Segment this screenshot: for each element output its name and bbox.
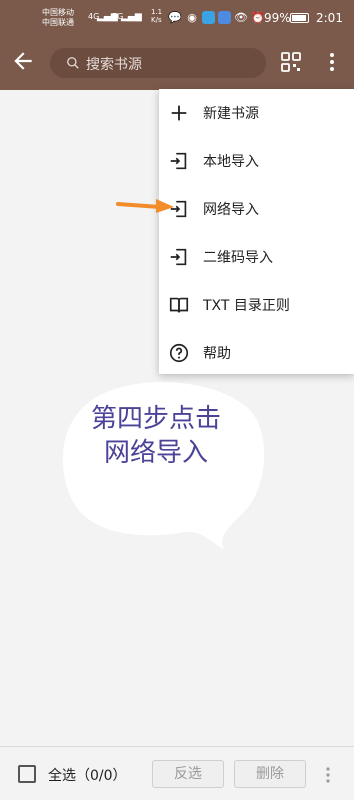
- battery-percent: 99%: [264, 11, 291, 25]
- orange-arrow-annotation: [116, 199, 174, 213]
- app-badge-icon-2: [218, 10, 231, 24]
- search-icon: [67, 57, 79, 69]
- toolbar: 搜索书源: [0, 36, 354, 90]
- book-icon: [169, 297, 189, 313]
- more-vert-icon[interactable]: [322, 765, 334, 785]
- select-all-label[interactable]: 全选（0/0）: [48, 765, 127, 785]
- back-arrow-icon[interactable]: [10, 48, 36, 74]
- app-header: 中国移动 中国联通 4G ▂▄▆ 5G ▂▄▆ 1.1 K/s 💬 ◉ 👁 ⏰ …: [0, 0, 354, 90]
- menu-label: 网络导入: [203, 202, 259, 218]
- net-speed: 1.1 K/s: [151, 8, 163, 24]
- import-icon: [170, 152, 187, 170]
- bottom-action-bar: 全选（0/0） 反选 删除: [0, 746, 354, 800]
- plus-icon: [171, 105, 187, 121]
- menu-label: 二维码导入: [203, 250, 273, 266]
- status-icons: 💬 ◉ 👁 ⏰: [168, 10, 265, 24]
- menu-item-network-import[interactable]: 网络导入: [159, 185, 354, 233]
- carrier-2: 中国联通: [42, 18, 74, 27]
- menu-label: TXT 目录正则: [203, 298, 290, 314]
- menu-item-local-import[interactable]: 本地导入: [159, 137, 354, 185]
- signal-icon-2: ▂▄▆: [121, 12, 142, 22]
- clock: 2:01: [316, 11, 343, 25]
- status-bar: 中国移动 中国联通 4G ▂▄▆ 5G ▂▄▆ 1.1 K/s 💬 ◉ 👁 ⏰ …: [0, 0, 354, 36]
- app-icon: ◉: [187, 10, 197, 24]
- import-icon: [170, 248, 187, 266]
- select-all-checkbox[interactable]: [18, 765, 36, 783]
- search-input[interactable]: 搜索书源: [50, 48, 266, 78]
- help-icon: [169, 343, 189, 363]
- annotation-text: 第四步点击网络导入: [90, 404, 221, 468]
- chat-icon: 💬: [168, 10, 182, 24]
- carrier-info: 中国移动 中国联通: [42, 8, 74, 28]
- menu-item-qrcode-import[interactable]: 二维码导入: [159, 233, 354, 281]
- alarm-icon: ⏰: [251, 10, 265, 24]
- menu-item-help[interactable]: 帮助: [159, 329, 354, 377]
- carrier-1: 中国移动: [42, 8, 74, 17]
- overflow-menu: 新建书源 本地导入 网络导入 二维码导入 TXT 目录正则 帮助: [159, 89, 354, 374]
- menu-label: 新建书源: [203, 106, 259, 122]
- menu-label: 帮助: [203, 346, 231, 362]
- app-badge-icon: [202, 10, 215, 24]
- menu-item-new-source[interactable]: 新建书源: [159, 89, 354, 137]
- invert-selection-button[interactable]: 反选: [152, 760, 224, 788]
- search-placeholder: 搜索书源: [86, 57, 142, 73]
- eye-icon: 👁: [234, 10, 248, 24]
- menu-item-txt-toc-regex[interactable]: TXT 目录正则: [159, 281, 354, 329]
- menu-label: 本地导入: [203, 154, 259, 170]
- battery-icon: [290, 13, 309, 23]
- delete-button[interactable]: 删除: [234, 760, 306, 788]
- more-vert-icon[interactable]: [324, 50, 340, 74]
- qr-scan-icon[interactable]: [279, 50, 303, 74]
